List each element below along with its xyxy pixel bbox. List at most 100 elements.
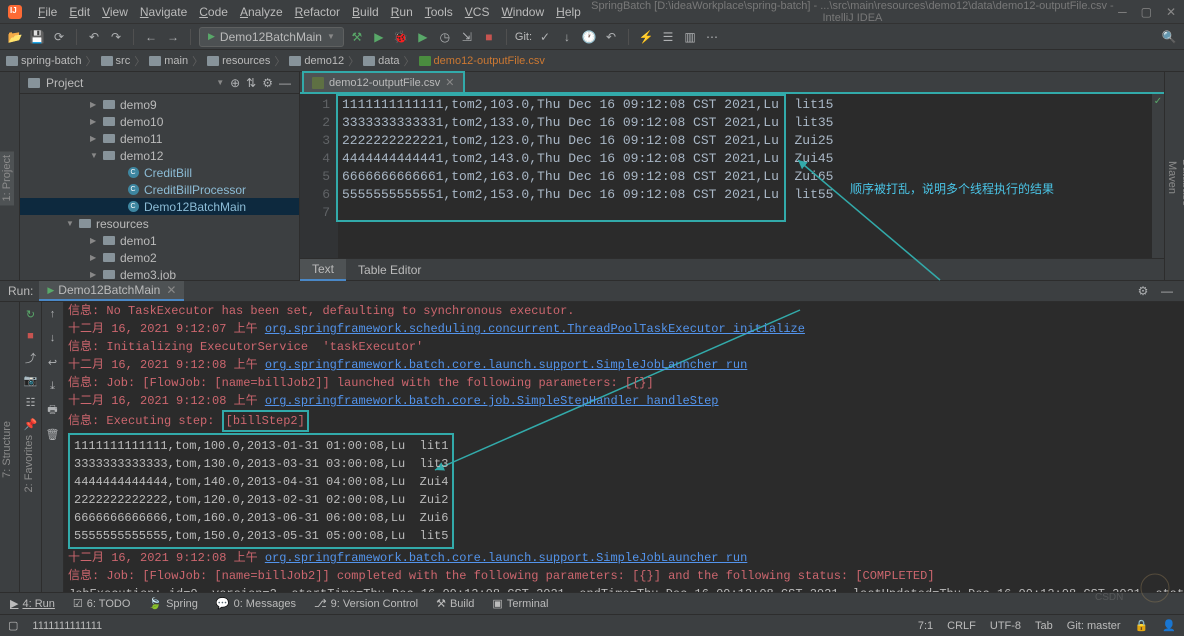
menu-code[interactable]: Code — [193, 5, 234, 19]
lock-icon[interactable]: 🔒 — [1135, 619, 1149, 632]
menu-navigate[interactable]: Navigate — [134, 5, 193, 19]
search-icon[interactable]: ⚡ — [637, 28, 655, 46]
pin-icon[interactable]: 📌 — [23, 416, 39, 432]
tree-item-demo9[interactable]: ▶demo9 — [20, 96, 299, 113]
breadcrumb-item[interactable]: data — [363, 55, 399, 67]
exit-icon[interactable]: ⤴ — [23, 350, 39, 366]
debug-icon[interactable]: 🐞 — [392, 28, 410, 46]
hide-icon[interactable]: — — [279, 76, 291, 90]
build-icon[interactable]: ⚒ — [348, 28, 366, 46]
project-tool-tab[interactable]: 1: Project — [0, 151, 14, 205]
status-icon[interactable]: ▢ — [8, 619, 18, 632]
save-icon[interactable]: 💾 — [28, 28, 46, 46]
open-icon[interactable]: 📂 — [6, 28, 24, 46]
wrap-icon[interactable]: ↩ — [45, 354, 61, 370]
menu-tools[interactable]: Tools — [419, 5, 459, 19]
structure-icon[interactable]: ☰ — [659, 28, 677, 46]
refresh-icon[interactable]: ⟳ — [50, 28, 68, 46]
breadcrumb-item[interactable]: demo12 — [289, 55, 344, 67]
menu-analyze[interactable]: Analyze — [234, 5, 289, 19]
profile-icon[interactable]: ◷ — [436, 28, 454, 46]
camera-icon[interactable]: 📷 — [23, 372, 39, 388]
project-tree[interactable]: ▶demo9▶demo10▶demo11▼demo12CCreditBillCC… — [20, 94, 299, 280]
cursor-position[interactable]: 7:1 — [918, 620, 933, 632]
breadcrumb-item[interactable]: demo12-outputFile.csv — [419, 55, 545, 67]
menu-build[interactable]: Build — [346, 5, 385, 19]
scroll-icon[interactable]: ⤓ — [45, 378, 61, 394]
attach-icon[interactable]: ⇲ — [458, 28, 476, 46]
people-icon[interactable]: 👤 — [1162, 619, 1176, 632]
coverage-icon[interactable]: ▶ — [414, 28, 432, 46]
run-config-select[interactable]: ▶ Demo12BatchMain ▼ — [199, 27, 344, 47]
print-icon[interactable]: 🖶 — [45, 402, 61, 418]
up-icon[interactable]: ↑ — [45, 306, 61, 322]
menu-refactor[interactable]: Refactor — [289, 5, 346, 19]
close-icon[interactable]: ✕ — [1166, 5, 1176, 19]
history-icon[interactable]: 🕐 — [580, 28, 598, 46]
bottom-tab-terminal[interactable]: ▣Terminal — [488, 597, 552, 610]
stop-icon[interactable]: ■ — [23, 328, 39, 344]
bottom-tab-build[interactable]: ⚒Build — [432, 597, 478, 610]
text-view-tab[interactable]: Text — [300, 259, 346, 281]
git-branch[interactable]: Git: master — [1067, 620, 1121, 632]
tree-item-demo2[interactable]: ▶demo2 — [20, 249, 299, 266]
structure-tool-tab[interactable]: 7: Structure — [0, 417, 14, 482]
encoding[interactable]: UTF-8 — [990, 620, 1021, 632]
close-tab-icon[interactable]: ✕ — [445, 76, 454, 89]
rerun-icon[interactable]: ↻ — [23, 306, 39, 322]
close-icon[interactable]: ✕ — [166, 283, 176, 297]
breadcrumb-item[interactable]: src — [101, 55, 131, 67]
down-icon[interactable]: ↓ — [45, 330, 61, 346]
tree-item-resources[interactable]: ▼resources — [20, 215, 299, 232]
run-icon[interactable]: ▶ — [370, 28, 388, 46]
more-icon[interactable]: ⋯ — [703, 28, 721, 46]
trash-icon[interactable]: 🗑 — [45, 426, 61, 442]
menu-run[interactable]: Run — [385, 5, 419, 19]
tree-item-demo1[interactable]: ▶demo1 — [20, 232, 299, 249]
menu-window[interactable]: Window — [495, 5, 550, 19]
bottom-tab-spring[interactable]: 🍃Spring — [144, 597, 202, 610]
bottom-tab-todo[interactable]: ☑6: TODO — [69, 597, 134, 610]
bottom-tab-run[interactable]: ▶4: Run — [6, 597, 59, 610]
code-area[interactable]: 1111111111111,tom2,103.0,Thu Dec 16 09:1… — [338, 94, 1152, 258]
back-icon[interactable]: ← — [142, 28, 160, 46]
line-separator[interactable]: CRLF — [947, 620, 976, 632]
expand-icon[interactable]: ⇅ — [246, 76, 256, 90]
menu-edit[interactable]: Edit — [63, 5, 96, 19]
indent[interactable]: Tab — [1035, 620, 1053, 632]
tree-item-creditbillprocessor[interactable]: CCreditBillProcessor — [20, 181, 299, 198]
table-view-tab[interactable]: Table Editor — [346, 259, 433, 281]
tree-item-demo10[interactable]: ▶demo10 — [20, 113, 299, 130]
tree-item-demo12[interactable]: ▼demo12 — [20, 147, 299, 164]
run-config-tab[interactable]: ▶ Demo12BatchMain ✕ — [39, 281, 184, 301]
gear-icon[interactable]: ⚙ — [262, 76, 273, 90]
layout-icon[interactable]: ☷ — [23, 394, 39, 410]
redo-icon[interactable]: ↷ — [107, 28, 125, 46]
console-output[interactable]: 信息: No TaskExecutor has been set, defaul… — [64, 302, 1184, 592]
target-icon[interactable]: ⊕ — [230, 76, 240, 90]
favorites-tool-tab[interactable]: 2: Favorites — [22, 431, 36, 496]
menu-view[interactable]: View — [96, 5, 134, 19]
rollback-icon[interactable]: ↶ — [602, 28, 620, 46]
tree-item-demo12batchmain[interactable]: CDemo12BatchMain — [20, 198, 299, 215]
menu-file[interactable]: File — [32, 5, 63, 19]
bottom-tab-messages[interactable]: 💬0: Messages — [212, 597, 300, 610]
forward-icon[interactable]: → — [164, 28, 182, 46]
editor-tab-csv[interactable]: demo12-outputFile.csv ✕ — [302, 71, 465, 92]
update-icon[interactable]: ✓ — [536, 28, 554, 46]
tree-item-demo3.job[interactable]: ▶demo3.job — [20, 266, 299, 280]
breadcrumb-item[interactable]: main — [149, 55, 188, 67]
minimize-icon[interactable]: ─ — [1118, 5, 1127, 19]
breadcrumb-item[interactable]: spring-batch — [6, 55, 82, 67]
database-tool-tab[interactable]: Database — [1179, 155, 1184, 210]
tree-item-demo11[interactable]: ▶demo11 — [20, 130, 299, 147]
maven-tool-tab[interactable]: Maven — [1165, 157, 1179, 198]
editor-content[interactable]: 1234567 1111111111111,tom2,103.0,Thu Dec… — [300, 94, 1164, 258]
chevron-down-icon[interactable]: ▼ — [216, 78, 224, 87]
search-everywhere-icon[interactable]: 🔍 — [1160, 28, 1178, 46]
stop-icon[interactable]: ■ — [480, 28, 498, 46]
maximize-icon[interactable]: ▢ — [1141, 5, 1152, 19]
menu-vcs[interactable]: VCS — [459, 5, 496, 19]
undo-icon[interactable]: ↶ — [85, 28, 103, 46]
commit-icon[interactable]: ↓ — [558, 28, 576, 46]
